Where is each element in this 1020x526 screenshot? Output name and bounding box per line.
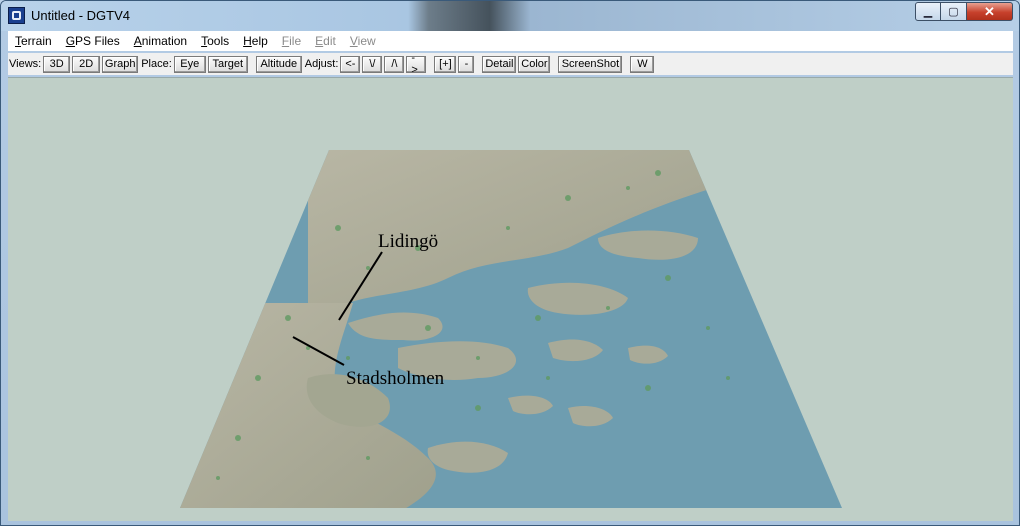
menu-accelerator: E <box>315 34 324 48</box>
views-label: Views: <box>9 58 42 70</box>
caption-buttons: ▁ ▢ ✕ <box>915 2 1013 21</box>
menu-label: nimation <box>141 34 188 48</box>
view-3d-button[interactable]: 3D <box>43 55 71 73</box>
minimize-button[interactable]: ▁ <box>915 2 941 21</box>
place-target-button[interactable]: Target <box>207 55 248 73</box>
app-window: Untitled - DGTV4 ▁ ▢ ✕ Terrain GPS Files A… <box>0 0 1020 526</box>
w-button[interactable]: W <box>630 55 655 73</box>
menu-gps-files[interactable]: GPS Files <box>59 34 127 48</box>
menu-accelerator: V <box>349 34 358 48</box>
maximize-icon: ▢ <box>948 6 959 18</box>
menu-view: View <box>343 34 383 48</box>
altitude-button[interactable]: Altitude <box>255 55 302 73</box>
maximize-button[interactable]: ▢ <box>941 2 967 21</box>
menu-label: ile <box>289 34 302 48</box>
menu-label: errain <box>21 34 52 48</box>
menu-terrain[interactable]: Terrain <box>8 34 59 48</box>
label-lidingo: Lidingö <box>378 231 439 252</box>
window-title: Untitled - DGTV4 <box>31 8 130 23</box>
adjust-up-button[interactable]: /\ <box>384 55 405 73</box>
app-icon[interactable] <box>8 7 25 24</box>
adjust-left-button[interactable]: <- <box>340 55 361 73</box>
close-button[interactable]: ✕ <box>967 2 1013 21</box>
menu-label: ools <box>207 34 230 48</box>
menu-label: iew <box>357 34 376 48</box>
menu-label: dit <box>323 34 336 48</box>
zoom-out-button[interactable]: - <box>458 55 475 73</box>
menu-animation[interactable]: Animation <box>127 34 194 48</box>
view-graph-button[interactable]: Graph <box>102 55 139 73</box>
label-stadsholmen: Stadsholmen <box>346 368 445 389</box>
menu-file: File <box>275 34 308 48</box>
menu-bar: Terrain GPS Files Animation Tools Help File Ed… <box>8 31 1013 51</box>
detail-button[interactable]: Detail <box>482 55 517 73</box>
screenshot-button[interactable]: ScreenShot <box>558 55 623 73</box>
terrain-map <box>180 150 842 508</box>
minimize-icon: ▁ <box>923 6 933 18</box>
color-button[interactable]: Color <box>518 55 551 73</box>
adjust-down-button[interactable]: \/ <box>362 55 383 73</box>
menu-tools[interactable]: Tools <box>194 34 236 48</box>
menu-accelerator: G <box>65 34 76 48</box>
menu-label: elp <box>251 34 268 48</box>
menu-accelerator: H <box>243 34 252 48</box>
menu-label: PS Files <box>75 34 120 48</box>
place-label: Place: <box>141 58 172 70</box>
menu-help[interactable]: Help <box>236 34 275 48</box>
adjust-label: Adjust: <box>304 58 339 70</box>
toolbar: Views: 3D 2D Graph Place: Eye Target Alt… <box>8 52 1013 76</box>
view-2d-button[interactable]: 2D <box>72 55 101 73</box>
close-icon: ✕ <box>984 3 995 19</box>
adjust-right-button[interactable]: -> <box>406 52 427 76</box>
menu-accelerator: A <box>133 34 142 48</box>
menu-edit: Edit <box>308 34 343 48</box>
terrain-viewport[interactable]: Lidingö Stadsholmen <box>8 77 1013 521</box>
title-bar[interactable]: Untitled - DGTV4 ▁ ▢ ✕ <box>1 1 1019 31</box>
place-eye-button[interactable]: Eye <box>173 55 206 73</box>
zoom-in-button[interactable]: [+] <box>434 55 457 73</box>
